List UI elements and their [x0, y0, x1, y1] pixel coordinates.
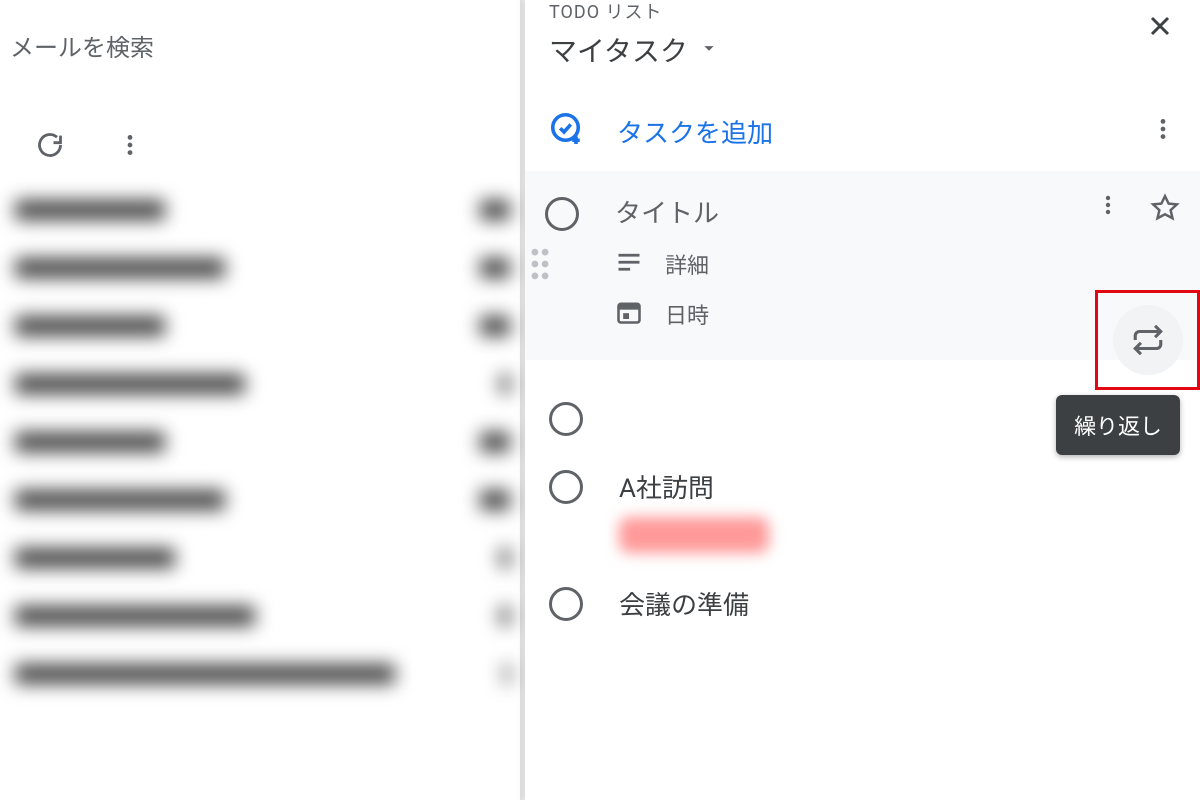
close-button[interactable]: [1144, 10, 1176, 46]
mail-list-blurred: [0, 180, 525, 704]
task-title-input[interactable]: タイトル: [615, 193, 1096, 230]
list-name: マイタスク: [549, 30, 688, 70]
add-task-label: タスクを追加: [617, 113, 773, 150]
chevron-down-icon: [698, 37, 720, 63]
task-complete-toggle[interactable]: [549, 470, 583, 504]
search-placeholder: メールを検索: [10, 28, 154, 63]
repeat-tooltip: 繰り返し: [1056, 395, 1180, 455]
task-datetime-row[interactable]: 日時: [615, 298, 1096, 330]
search-bar[interactable]: メールを検索: [0, 0, 525, 90]
tasks-header: TODO リスト マイタスク: [525, 0, 1200, 70]
task-datetime-label: 日時: [665, 298, 709, 330]
task-complete-toggle[interactable]: [545, 197, 579, 231]
task-complete-toggle[interactable]: [549, 402, 583, 436]
task-more-icon[interactable]: [1096, 193, 1120, 221]
tasks-subtitle: TODO リスト: [549, 0, 1176, 24]
task-row[interactable]: 会議の準備: [525, 569, 1200, 638]
task-sub-blurred: [619, 517, 769, 553]
more-icon[interactable]: [110, 125, 150, 165]
task-row[interactable]: A社訪問: [525, 452, 1200, 521]
mail-panel: メールを検索: [0, 0, 525, 800]
tasks-panel: TODO リスト マイタスク タスクを追加 タイトル: [525, 0, 1200, 800]
star-icon[interactable]: [1150, 193, 1180, 227]
calendar-icon: [615, 298, 643, 330]
task-complete-toggle[interactable]: [549, 587, 583, 621]
repeat-button[interactable]: [1113, 305, 1183, 375]
task-title: 会議の準備: [619, 585, 749, 622]
mail-toolbar: [0, 110, 525, 180]
list-selector[interactable]: マイタスク: [549, 30, 1176, 70]
task-title: A社訪問: [619, 468, 714, 505]
add-task-icon: [549, 111, 585, 151]
add-task-row[interactable]: タスクを追加: [525, 86, 1200, 171]
drag-handle-icon[interactable]: [529, 247, 551, 285]
task-details-row[interactable]: 詳細: [615, 248, 1096, 280]
refresh-icon[interactable]: [30, 125, 70, 165]
task-details-label: 詳細: [665, 248, 709, 280]
tasks-menu-icon[interactable]: [1150, 116, 1176, 146]
notes-icon: [615, 248, 643, 280]
repeat-highlight: [1095, 290, 1200, 390]
